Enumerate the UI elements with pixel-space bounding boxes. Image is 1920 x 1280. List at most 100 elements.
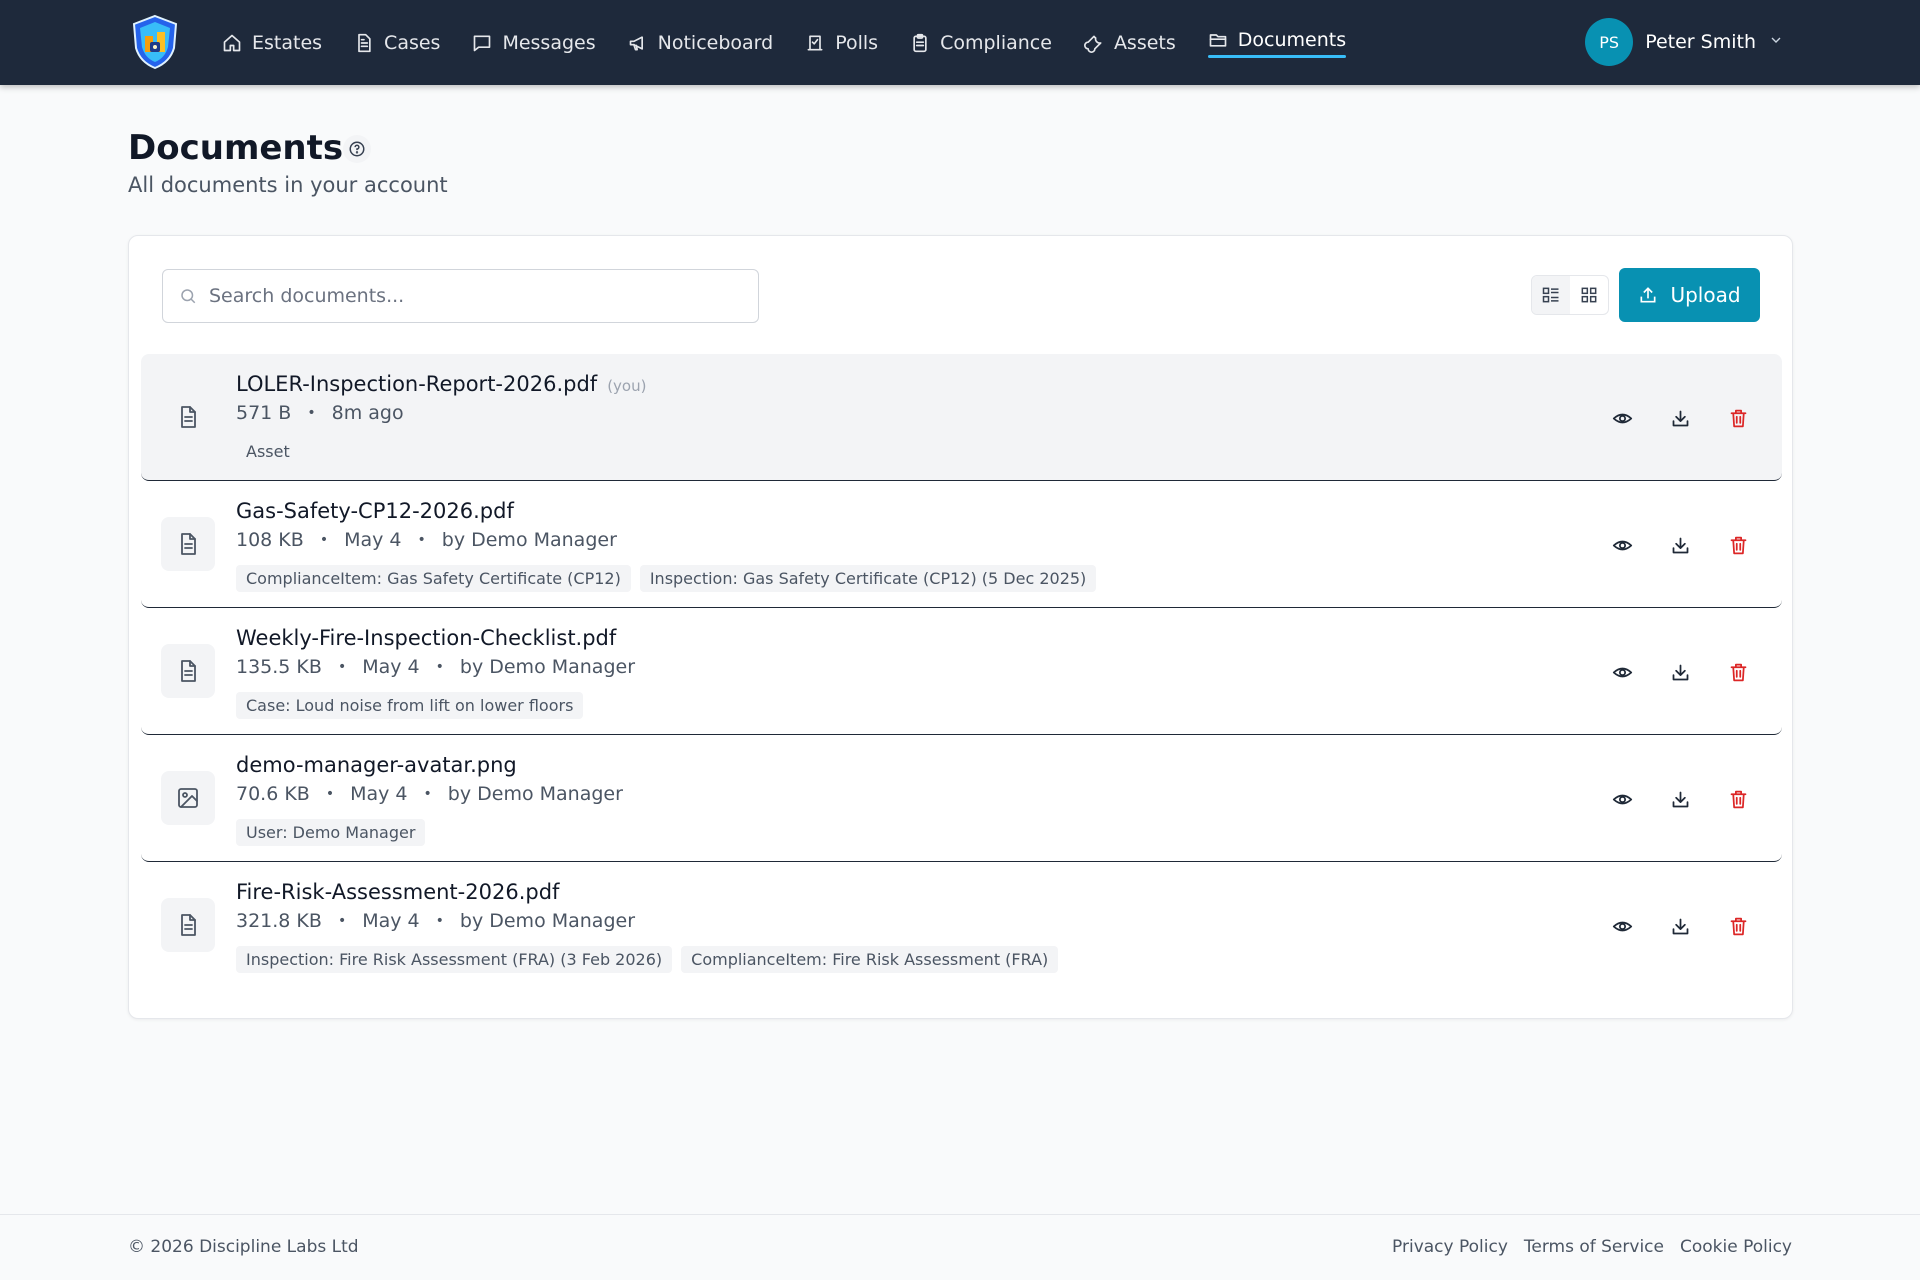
document-actions (1578, 658, 1752, 686)
cookie-policy-link[interactable]: Cookie Policy (1680, 1237, 1792, 1257)
delete-button[interactable] (1724, 658, 1752, 686)
separator: • (325, 786, 335, 802)
nav-item-messages[interactable]: Messages (472, 0, 596, 85)
download-button[interactable] (1666, 658, 1694, 686)
document-row[interactable]: Weekly-Fire-Inspection-Checklist.pdf 135… (141, 608, 1782, 735)
document-filename: Gas-Safety-CP12-2026.pdf (236, 499, 514, 523)
search-icon (181, 289, 196, 304)
document-size: 70.6 KB (236, 783, 310, 805)
megaphone-icon (629, 35, 643, 51)
document-file-icon (161, 644, 215, 698)
document-tags: Asset (236, 438, 309, 465)
download-button[interactable] (1666, 785, 1694, 813)
image-file-icon (161, 771, 215, 825)
document-tags: ComplianceItem: Gas Safety Certificate (… (236, 565, 1105, 592)
document-size: 108 KB (236, 529, 304, 551)
eye-icon (1612, 413, 1632, 423)
message-icon (474, 35, 491, 51)
document-name[interactable]: LOLER-Inspection-Report-2026.pdf (you) (236, 372, 646, 396)
document-size: 571 B (236, 402, 292, 424)
document-filename: Weekly-Fire-Inspection-Checklist.pdf (236, 626, 617, 650)
separator: • (435, 913, 444, 929)
document-size: 321.8 KB (236, 910, 322, 932)
document-name[interactable]: Fire-Risk-Assessment-2026.pdf (236, 880, 559, 904)
nav-label: Assets (1113, 31, 1176, 54)
view-button[interactable] (1608, 658, 1636, 686)
upload-button[interactable]: Upload (1619, 268, 1760, 322)
trash-icon (1730, 663, 1746, 681)
document-row[interactable]: demo-manager-avatar.png 70.6 KB • May 4 … (141, 735, 1782, 862)
document-author: by Demo Manager (441, 529, 617, 551)
document-filename: Fire-Risk-Assessment-2026.pdf (236, 880, 560, 904)
nav-item-estates[interactable]: Estates (222, 0, 322, 85)
view-button[interactable] (1608, 785, 1636, 813)
document-tags: User: Demo Manager (236, 819, 434, 846)
download-button[interactable] (1666, 912, 1694, 940)
terms-of-service-link[interactable]: Terms of Service (1524, 1237, 1664, 1257)
document-actions (1578, 912, 1752, 940)
nav-label: Cases (384, 31, 441, 54)
download-icon (1672, 537, 1688, 553)
document-name[interactable]: demo-manager-avatar.png (236, 753, 517, 777)
nav-item-documents[interactable]: Documents (1207, 0, 1347, 85)
privacy-policy-link[interactable]: Privacy Policy (1392, 1237, 1508, 1257)
separator: • (307, 405, 316, 421)
document-size: 135.5 KB (236, 656, 322, 678)
download-button[interactable] (1666, 531, 1694, 559)
search-input[interactable] (209, 285, 749, 307)
copyright: © 2026 Discipline Labs Ltd (128, 1237, 359, 1257)
trash-icon (1730, 790, 1746, 808)
nav-item-cases[interactable]: Cases (354, 0, 440, 85)
nav-item-noticeboard[interactable]: Noticeboard (628, 0, 773, 85)
nav-item-assets[interactable]: Assets (1084, 0, 1176, 85)
download-icon (1672, 791, 1688, 807)
document-filename: LOLER-Inspection-Report-2026.pdf (236, 372, 598, 396)
view-button[interactable] (1608, 531, 1636, 559)
delete-button[interactable] (1724, 531, 1752, 559)
document-tag: Inspection: Gas Safety Certificate (CP12… (639, 565, 1097, 592)
document-meta: 135.5 KB • May 4 • by Demo Manager (236, 656, 635, 678)
file-icon (358, 33, 371, 52)
document-name[interactable]: Gas-Safety-CP12-2026.pdf (236, 499, 514, 523)
chevron-down-icon (1768, 32, 1784, 52)
document-row[interactable]: Fire-Risk-Assessment-2026.pdf 321.8 KB •… (141, 862, 1782, 989)
grid-view-button[interactable] (1570, 276, 1608, 314)
document-actions (1578, 785, 1752, 813)
delete-button[interactable] (1724, 912, 1752, 940)
nav-label: Messages (502, 31, 596, 54)
document-author: by Demo Manager (459, 656, 636, 678)
view-button[interactable] (1608, 912, 1636, 940)
download-button[interactable] (1666, 404, 1694, 432)
eye-icon (1612, 794, 1632, 804)
document-tags: Inspection: Fire Risk Assessment (FRA) (… (236, 946, 1067, 973)
view-button[interactable] (1608, 404, 1636, 432)
list-view-button[interactable] (1532, 276, 1570, 314)
delete-button[interactable] (1724, 785, 1752, 813)
footer-links: Privacy Policy Terms of Service Cookie P… (1376, 1237, 1792, 1257)
avatar: PS (1585, 18, 1634, 66)
home-icon (223, 34, 241, 51)
separator: • (337, 659, 347, 675)
user-menu[interactable]: PS Peter Smith (1585, 18, 1784, 66)
document-name[interactable]: Weekly-Fire-Inspection-Checklist.pdf (236, 626, 616, 650)
document-meta: 321.8 KB • May 4 • by Demo Manager (236, 910, 635, 932)
view-toggle (1531, 275, 1609, 315)
trash-icon (1730, 917, 1746, 935)
document-date: May 4 (350, 783, 408, 805)
document-tag: ComplianceItem: Gas Safety Certificate (… (236, 565, 631, 592)
separator: • (435, 659, 444, 675)
document-row[interactable]: LOLER-Inspection-Report-2026.pdf (you) 5… (141, 354, 1782, 481)
nav-item-compliance[interactable]: Compliance (910, 0, 1052, 85)
list-view-icon (1542, 287, 1559, 303)
delete-button[interactable] (1724, 404, 1752, 432)
app-logo-icon[interactable] (130, 14, 180, 70)
nav-item-polls[interactable]: Polls (805, 0, 878, 85)
page-subtitle: All documents in your account (128, 173, 448, 197)
download-icon (1672, 918, 1688, 934)
top-navigation-bar: Estates Cases Messages Noticeboard Polls… (0, 0, 1920, 85)
document-actions (1578, 404, 1752, 432)
document-row[interactable]: Gas-Safety-CP12-2026.pdf 108 KB • May 4 … (141, 481, 1782, 608)
help-icon[interactable] (343, 135, 371, 163)
poll-icon (807, 35, 823, 51)
document-meta: 70.6 KB • May 4 • by Demo Manager (236, 783, 623, 805)
